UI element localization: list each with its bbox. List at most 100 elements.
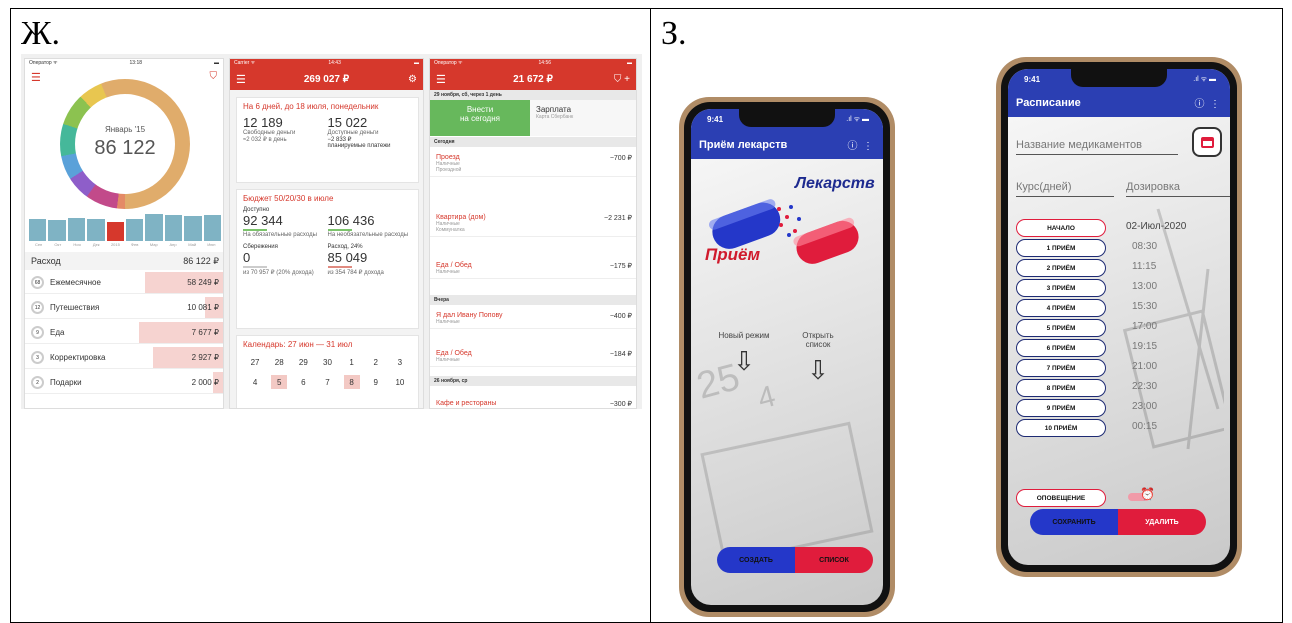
avail-sub2: планируемые платежи [327,143,391,149]
calendar-day[interactable]: 28 [271,355,287,369]
calendar-day[interactable]: 5 [271,375,288,389]
month-label: Июн [207,242,216,247]
month-bar[interactable] [184,216,202,241]
calendar-day[interactable]: 27 [247,355,263,369]
open-list-option[interactable]: Открыть список ⇩ [791,331,845,386]
month-bar[interactable] [87,218,105,241]
month-bar[interactable] [29,218,47,241]
month-bar[interactable] [106,221,125,241]
transaction-name: Еда / Обед [436,350,472,357]
menu-icon[interactable]: ☰ [31,71,41,84]
action-pill: СОХРАНИТЬ УДАЛИТЬ [1030,509,1206,535]
filter-icon[interactable]: ⛉ [210,71,218,82]
medicine-name-input[interactable]: Название медикаментов [1016,139,1178,155]
month-label: Фев [130,242,139,247]
header-amount: 269 027 ₽ [303,73,350,85]
expense-row[interactable]: 3 Корректировка 2 927 ₽ [25,347,223,369]
save-button[interactable]: СОХРАНИТЬ [1030,509,1118,535]
transaction-account: Наличные [436,319,460,325]
month-bar[interactable] [145,213,163,241]
start-button[interactable]: НАЧАЛО [1016,219,1106,237]
transaction-row[interactable]: Еда / Обед Наличные −175 ₽ [430,259,636,279]
transaction-name: Я дал Ивану Попову [436,312,503,319]
create-button[interactable]: СОЗДАТЬ [717,547,795,573]
calendar-button[interactable] [1192,127,1222,157]
progress-line [327,229,352,231]
calendar-day[interactable]: 8 [343,375,360,389]
filter-add-icon[interactable]: ⛉ + [614,74,630,85]
month-label: Окт [54,242,62,247]
phone-med-schedule: 9:41 .ıl ᯤ ▬ Расписание ⓘ ⋮ Название мед… [996,57,1242,577]
add-today-button[interactable]: Внести на сегодня [430,100,530,136]
free-money-card[interactable]: На 6 дней, до 18 июля, понедельник 12 18… [236,97,419,183]
transaction-amount: −2 231 ₽ [603,215,632,222]
course-days-input[interactable]: Курс(дней) [1016,181,1114,197]
transaction-row[interactable]: Я дал Ивану Попову Наличные −400 ₽ [430,309,636,329]
expense-row[interactable]: 12 Путешествия 10 081 ₽ [25,297,223,319]
delete-button[interactable]: УДАЛИТЬ [1118,509,1206,535]
expense-row[interactable]: 2 Подарки 2 000 ₽ [25,372,223,394]
month-bar[interactable] [48,220,66,241]
new-mode-option[interactable]: Новый режим ⇩ [717,331,771,377]
notification-button[interactable]: ОПОВЕЩЕНИЕ [1016,489,1106,507]
intake-button[interactable]: 2 ПРИЁМ [1016,259,1106,277]
transaction-row[interactable]: Квартира (дом) Наличные Коммуналка −2 231 ₽ [430,211,636,237]
calendar-card[interactable]: Календарь: 27 июн — 31 июл 27 28 29 30 1 2 3 4… [236,335,419,408]
arrow-down-icon: ⇩ [733,346,755,376]
menu-icon[interactable]: ☰ [436,73,446,86]
month-bar[interactable] [126,218,144,241]
card-title: На 6 дней, до 18 июля, понедельник [243,102,379,111]
calendar-day[interactable]: 1 [344,355,360,369]
add-label2: на сегодня [460,114,500,123]
month-label: 2015 [110,242,120,247]
status-bar: Оператор ᯤ 13:18 ▬ [25,59,223,68]
intake-time: 11:15 [1132,261,1157,272]
expense-row[interactable]: 9 Еда 7 677 ₽ [25,322,223,344]
intake-button[interactable]: 4 ПРИЁМ [1016,299,1106,317]
calendar-day[interactable]: 2 [368,355,384,369]
calendar-day[interactable]: 7 [319,375,335,389]
intake-button[interactable]: 9 ПРИЁМ [1016,399,1106,417]
cell-label-zh: Ж. [21,15,60,52]
calendar-day[interactable]: 29 [295,355,311,369]
intake-button[interactable]: 7 ПРИЁМ [1016,359,1106,377]
calendar-day[interactable]: 6 [295,375,311,389]
menu-icon[interactable]: ☰ [236,73,246,86]
expense-row[interactable]: 68 Ежемесячное 58 249 ₽ [25,272,223,294]
month-bar[interactable] [203,214,222,241]
transactions-screen: Оператор ᯤ 14:56 ▬ ☰ 21 672 ₽ ⛉ + 29 ноябр… [429,58,637,409]
status-time: 13:18 [129,60,143,66]
transaction-row[interactable]: Кафе и рестораны −300 ₽ [430,397,636,408]
list-button[interactable]: СПИСОК [795,547,873,573]
intake-button[interactable]: 6 ПРИЁМ [1016,339,1106,357]
intake-button[interactable]: 8 ПРИЁМ [1016,379,1106,397]
calendar-day[interactable]: 10 [392,375,408,389]
month-label: Ноя [73,242,81,247]
settings-gear-icon[interactable]: ⚙ [408,74,417,85]
budget-card[interactable]: Бюджет 50/20/30 в июле Доступно 92 344 Н… [236,189,419,329]
transaction-row[interactable]: Еда / Обед Наличные −184 ₽ [430,347,636,367]
progress-line [243,266,267,268]
month-bar[interactable] [67,217,86,241]
intake-button[interactable]: 10 ПРИЁМ [1016,419,1106,437]
category-value: 2 927 ₽ [191,353,219,362]
calendar-day[interactable]: 4 [247,375,263,389]
phone-notch [739,109,835,127]
month-bar[interactable] [164,215,183,241]
calendar-day[interactable]: 9 [368,375,384,389]
transaction-row[interactable]: Проезд Наличные Проездной −700 ₽ [430,151,636,177]
intake-button[interactable]: 3 ПРИЁМ [1016,279,1106,297]
intake-time: 08:30 [1132,241,1158,252]
month-labels: Сен Окт Ноя Дек 2015 Фев Мар Апр Май Июн [29,242,221,247]
intake-button[interactable]: 5 ПРИЁМ [1016,319,1106,337]
dosage-input[interactable]: Дозировка [1126,181,1230,197]
alarm-clock-icon: ⏰ [1140,487,1155,501]
intake-time: 00:15 [1132,421,1158,432]
intake-button[interactable]: 1 ПРИЁМ [1016,239,1106,257]
arrow-down-icon: ⇩ [807,355,829,385]
calendar-day[interactable]: 30 [319,355,335,369]
intake-time: 15:30 [1132,301,1158,312]
calendar-day[interactable]: 3 [392,355,408,369]
transaction-amount: −300 ₽ [609,401,632,408]
new-mode-label: Новый режим [718,331,770,340]
